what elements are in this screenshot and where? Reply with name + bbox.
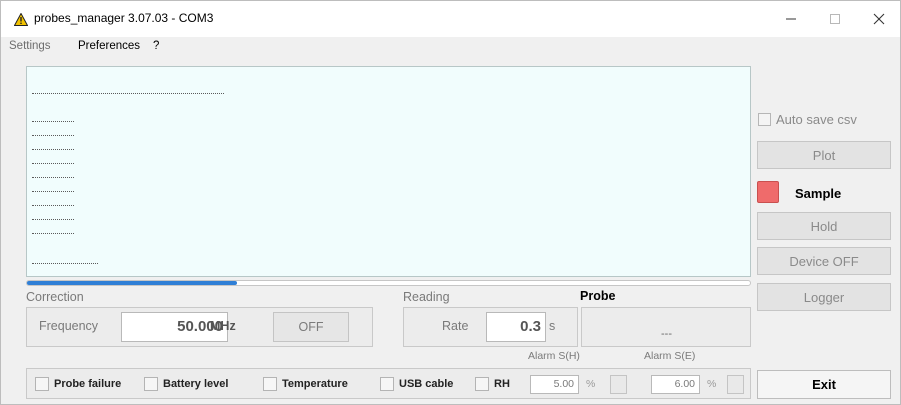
minimize-button[interactable]	[769, 1, 813, 37]
device-off-button[interactable]: Device OFF	[757, 247, 891, 275]
auto-save-csv-label: Auto save csv	[776, 112, 857, 127]
console-output[interactable]	[26, 66, 751, 277]
status-rh[interactable]: RH	[475, 369, 510, 398]
status-usb-cable[interactable]: USB cable	[380, 369, 453, 398]
alarm-h-input[interactable]: 5.00	[530, 375, 579, 394]
app-window: probes_manager 3.07.03 - COM3 Settings P…	[0, 0, 901, 405]
frequency-label: Frequency	[39, 319, 99, 333]
rh-label: RH	[494, 377, 510, 390]
reading-section-label: Reading	[403, 290, 450, 304]
correction-off-button[interactable]: OFF	[273, 312, 349, 342]
console-line	[32, 263, 98, 265]
console-line	[32, 191, 74, 193]
menu-preferences[interactable]: Preferences	[78, 40, 140, 52]
rate-label: Rate	[442, 319, 469, 333]
warning-triangle-icon	[14, 13, 28, 26]
window-title: probes_manager 3.07.03 - COM3	[34, 11, 214, 25]
rate-value: 0.3	[520, 318, 541, 335]
minimize-icon	[786, 18, 796, 20]
console-line	[32, 163, 74, 165]
status-battery-level[interactable]: Battery level	[144, 369, 228, 398]
sample-indicator[interactable]	[757, 181, 779, 203]
rate-unit: s	[549, 319, 556, 333]
maximize-button[interactable]	[813, 1, 857, 37]
status-bar: Probe failure Battery level Temperature …	[26, 368, 751, 399]
exit-button[interactable]: Exit	[757, 370, 891, 399]
maximize-icon	[830, 14, 840, 24]
rh-checkbox[interactable]	[475, 376, 489, 391]
menu-settings[interactable]: Settings	[9, 40, 51, 52]
probe-group: ---	[581, 307, 751, 347]
close-button[interactable]	[857, 1, 901, 37]
reading-group: Rate 0.3 s	[403, 307, 578, 347]
console-line	[32, 219, 74, 221]
sample-label: Sample	[795, 186, 842, 201]
status-temperature[interactable]: Temperature	[263, 369, 348, 398]
temperature-checkbox[interactable]	[263, 376, 277, 391]
console-line	[32, 233, 74, 235]
rate-input[interactable]: 0.3	[486, 312, 546, 342]
console-line	[32, 93, 224, 95]
alarm-h-button[interactable]	[610, 375, 627, 394]
close-icon	[873, 13, 885, 25]
correction-section-label: Correction	[26, 290, 84, 304]
alarm-h-label: Alarm S(H)	[528, 350, 580, 362]
menu-help[interactable]: ?	[153, 40, 159, 52]
auto-save-csv-checkbox[interactable]	[758, 113, 771, 126]
frequency-unit: MHz	[210, 319, 236, 333]
battery-level-label: Battery level	[163, 377, 229, 390]
probe-section-label: Probe	[580, 289, 616, 303]
alarm-e-input[interactable]: 6.00	[651, 375, 700, 394]
probe-failure-checkbox[interactable]	[35, 376, 49, 391]
probe-failure-label: Probe failure	[54, 377, 122, 390]
alarm-e-label: Alarm S(E)	[644, 350, 696, 362]
logger-button[interactable]: Logger	[757, 283, 891, 311]
hold-button[interactable]: Hold	[757, 212, 891, 240]
alarm-e-button[interactable]	[727, 375, 744, 394]
progress-fill	[27, 281, 237, 285]
title-bar: probes_manager 3.07.03 - COM3	[1, 1, 900, 37]
menu-bar: Settings Preferences ?	[1, 37, 900, 57]
console-line	[32, 121, 74, 123]
status-probe-failure[interactable]: Probe failure	[35, 369, 121, 398]
console-line	[32, 177, 74, 179]
temperature-label: Temperature	[282, 377, 348, 390]
console-line	[32, 149, 74, 151]
usb-cable-label: USB cable	[399, 377, 454, 390]
alarm-e-unit: %	[707, 378, 717, 390]
usb-cable-checkbox[interactable]	[380, 376, 394, 391]
probe-value: ---	[661, 328, 672, 340]
progress-bar	[26, 280, 751, 286]
battery-level-checkbox[interactable]	[144, 376, 158, 391]
alarm-h-unit: %	[586, 378, 596, 390]
console-line	[32, 205, 74, 207]
plot-button[interactable]: Plot	[757, 141, 891, 169]
correction-group: Frequency 50.000 MHz OFF	[26, 307, 373, 347]
console-line	[32, 135, 74, 137]
